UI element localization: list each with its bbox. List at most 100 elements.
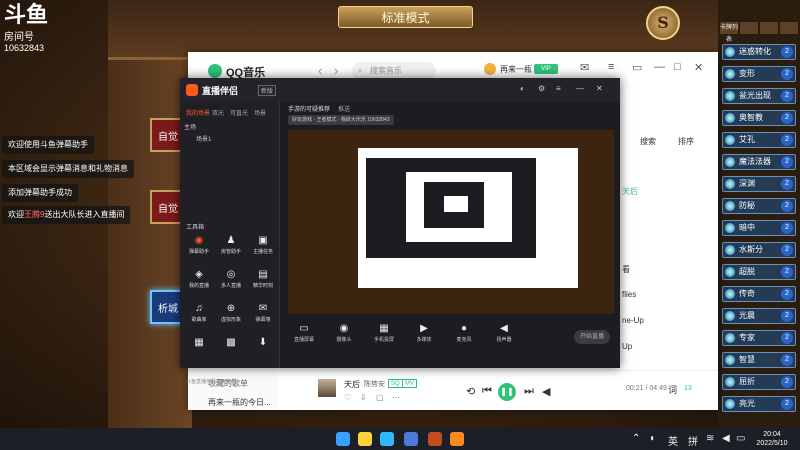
file-explorer-icon[interactable] — [358, 432, 372, 446]
vip-badge[interactable]: VIP — [534, 64, 558, 74]
tab-my-scenes[interactable]: 我的场景 — [186, 108, 210, 117]
card-row[interactable]: 深渊 2 — [722, 176, 796, 192]
sort-button[interactable]: 排序 — [678, 136, 694, 147]
source-button[interactable]: ▦ 手机投屏 — [368, 322, 400, 343]
ime-icon[interactable]: ◐ — [650, 433, 656, 444]
tool-button[interactable]: ♫ 歌曲库 — [184, 302, 214, 328]
tool-button[interactable]: ▤ 精华时刻 — [248, 268, 278, 294]
card-row[interactable]: 传奇 2 — [722, 286, 796, 302]
more-icon[interactable]: ⋯ — [392, 393, 400, 402]
song-list-item[interactable]: Up — [622, 342, 632, 351]
stream-tag[interactable]: 推送 — [338, 104, 350, 113]
skin-icon[interactable]: ◐ — [520, 84, 525, 93]
tab-scene-4[interactable]: 场景 — [254, 108, 266, 117]
card-row[interactable]: 专家 2 — [722, 330, 796, 346]
deck-tab[interactable] — [780, 22, 798, 34]
tool-button[interactable]: ⊕ 虚拟形象 — [216, 302, 246, 328]
card-row[interactable]: 变形 2 — [722, 66, 796, 82]
menu-icon[interactable]: ≡ — [556, 84, 561, 93]
chevron-up-icon[interactable]: ⌃ — [632, 433, 640, 444]
heart-icon[interactable]: ♡ — [344, 393, 351, 402]
source-button[interactable]: ● 麦克风 — [448, 322, 480, 343]
song-list-item[interactable]: flies — [622, 290, 636, 299]
deck-tab[interactable] — [760, 22, 778, 34]
card-row[interactable]: 超脱 2 — [722, 264, 796, 280]
card-row[interactable]: 防秘 2 — [722, 198, 796, 214]
download-icon[interactable]: ⇩ — [360, 393, 367, 402]
ime-lang-2[interactable]: 拼 — [688, 433, 698, 448]
tool-button[interactable]: ▩ — [216, 336, 246, 362]
song-list-item[interactable]: 看 — [622, 264, 630, 275]
taskbar-clock[interactable]: 20:04 2022/5/10 — [750, 430, 794, 448]
song-title-highlight[interactable]: 天后 — [622, 186, 638, 197]
settings-icon[interactable]: ⚙ — [538, 84, 545, 93]
volume-icon[interactable]: ◀ — [542, 385, 550, 398]
forward-arrow-icon[interactable]: › — [334, 63, 338, 78]
card-row[interactable]: 魔法法器 2 — [722, 154, 796, 170]
card-row[interactable]: 智慧 2 — [722, 352, 796, 368]
comment-icon[interactable]: ▢ — [376, 393, 384, 402]
tutorial-link[interactable]: 斗鱼直播伴侣使用教程 — [186, 378, 236, 385]
scene-item[interactable]: 场景1 — [196, 134, 211, 143]
favorites-item[interactable]: 再来一瓶的今日... — [208, 397, 271, 408]
playlist-count[interactable]: 13 — [684, 385, 692, 392]
maximize-icon[interactable]: □ — [674, 61, 681, 73]
card-row[interactable]: 瓮光出现 2 — [722, 88, 796, 104]
close-icon[interactable]: ✕ — [694, 61, 703, 74]
card-row[interactable]: 暗中 2 — [722, 220, 796, 236]
tool-button[interactable]: ▦ — [184, 336, 214, 362]
start-live-button[interactable]: 开始直播 — [574, 330, 610, 344]
wifi-icon[interactable]: ≋ — [706, 433, 714, 444]
menu-icon[interactable]: ≡ — [608, 61, 614, 73]
source-button[interactable]: ▭ 直播屏幕 — [288, 322, 320, 343]
stream-title[interactable]: 手游的可疑推荐 — [288, 104, 330, 113]
card-row[interactable]: 亮光 2 — [722, 396, 796, 412]
app-icon[interactable] — [428, 432, 442, 446]
tool-button[interactable]: ◈ 我的直播 — [184, 268, 214, 294]
tool-button[interactable]: ◎ 多人直播 — [216, 268, 246, 294]
back-arrow-icon[interactable]: ‹ — [318, 63, 322, 78]
hearthstone-emblem-icon[interactable]: S — [646, 6, 680, 40]
card-row[interactable]: 奥智教 2 — [722, 110, 796, 126]
now-playing-artist[interactable]: 陈势安 — [364, 379, 385, 389]
start-icon[interactable] — [336, 432, 350, 446]
card-row[interactable]: 光晨 2 — [722, 308, 796, 324]
now-playing-title[interactable]: 天后 — [344, 379, 360, 390]
battery-icon[interactable]: ▭ — [736, 433, 745, 444]
tool-button[interactable]: ♟ 房管助手 — [216, 234, 246, 260]
card-row[interactable]: 艾孔 2 — [722, 132, 796, 148]
lyrics-icon[interactable]: 词 — [668, 383, 677, 396]
minimize-icon[interactable]: — — [576, 84, 584, 93]
volume-icon[interactable]: ◀ — [722, 433, 730, 444]
browser-icon[interactable] — [380, 432, 394, 446]
loop-icon[interactable]: ⟲ — [466, 385, 475, 398]
user-name[interactable]: 再来一瓶 — [500, 64, 532, 75]
source-button[interactable]: ▶ 多媒体 — [408, 322, 440, 343]
search-button[interactable]: 搜索 — [640, 136, 656, 147]
tool-button[interactable]: ▣ 主播任务 — [248, 234, 278, 260]
source-button[interactable]: ◉ 摄像头 — [328, 322, 360, 343]
source-button[interactable]: ◀ 扬声器 — [488, 322, 520, 343]
ime-lang-1[interactable]: 英 — [668, 433, 678, 448]
tool-button[interactable]: ◉ 弹幕助手 — [184, 234, 214, 260]
close-icon[interactable]: ✕ — [596, 84, 603, 93]
app-icon[interactable] — [404, 432, 418, 446]
mv-badge[interactable]: MV — [402, 379, 417, 388]
album-cover[interactable] — [318, 379, 336, 397]
stream-preview[interactable] — [288, 130, 614, 314]
tool-button[interactable]: ⬇ — [248, 336, 278, 362]
live-companion-taskbar-icon[interactable] — [450, 432, 464, 446]
tab-scene-3[interactable]: 可直光 — [230, 108, 248, 117]
minimize-icon[interactable]: — — [654, 61, 665, 73]
tool-button[interactable]: ✉ 弹幕墙 — [248, 302, 278, 328]
deck-tab[interactable] — [740, 22, 758, 34]
card-row[interactable]: 迷惑转化 2 — [722, 44, 796, 60]
song-list-item[interactable]: ne-Up — [622, 316, 644, 325]
card-row[interactable]: 水斯分 2 — [722, 242, 796, 258]
mini-mode-icon[interactable]: ▭ — [632, 61, 642, 74]
previous-icon[interactable]: ⏮ — [482, 385, 492, 398]
scene-group[interactable]: 主场 — [184, 122, 196, 131]
mail-icon[interactable]: ✉ — [580, 61, 589, 74]
user-avatar[interactable] — [484, 63, 496, 75]
next-icon[interactable]: ⏭ — [524, 385, 534, 398]
